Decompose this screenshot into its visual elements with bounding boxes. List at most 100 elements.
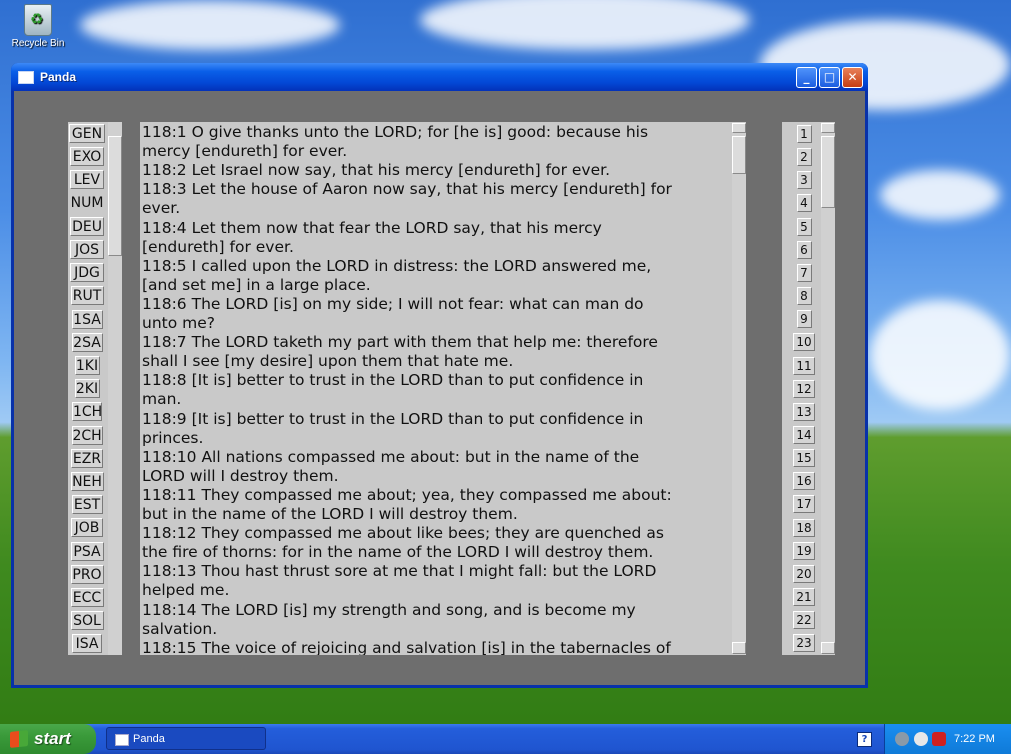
chapter-button[interactable]: 22 — [793, 611, 815, 630]
chapter-button[interactable]: 23 — [793, 634, 815, 653]
chapter-button[interactable]: 11 — [793, 356, 815, 375]
verse-line: 118:7 The LORD taketh my part with them … — [142, 333, 658, 352]
book-button[interactable]: EXO — [70, 147, 104, 167]
title-bar[interactable]: Panda _ □ ✕ — [11, 63, 868, 91]
book-button[interactable]: 2SA — [71, 332, 103, 352]
chapter-list: 1 2 3 4 5 6 7 8 9 10 11 12 13 14 15 16 17 18 19 20 21 22 23 — [782, 122, 821, 655]
chapter-button[interactable]: 4 — [796, 194, 812, 213]
verse-scroll-arrow-down[interactable] — [732, 642, 746, 654]
speaker-icon[interactable] — [914, 732, 928, 746]
verse-line: helped me. — [142, 581, 230, 600]
verse-scroll-thumb[interactable] — [732, 136, 746, 174]
maximize-button[interactable]: □ — [819, 66, 840, 88]
chapter-scroll-arrow-down[interactable] — [821, 642, 835, 654]
book-button[interactable]: NUM — [69, 194, 105, 213]
chapter-button[interactable]: 7 — [796, 263, 812, 282]
window-icon — [115, 734, 129, 746]
chapter-list-scrollbar[interactable] — [821, 122, 835, 655]
book-button[interactable]: JOS — [70, 240, 104, 259]
start-label: start — [34, 729, 71, 748]
book-button[interactable]: PRO — [70, 564, 104, 584]
chapter-scroll-thumb[interactable] — [821, 136, 835, 208]
taskbar: start Panda ? 7:22 PM — [0, 724, 1011, 754]
book-list-scrollbar[interactable] — [108, 122, 122, 655]
minimize-button[interactable]: _ — [796, 66, 817, 88]
book-button[interactable]: DEU — [70, 216, 104, 236]
book-button[interactable]: SOL — [70, 611, 104, 631]
cloud — [420, 0, 750, 50]
chapter-button[interactable]: 8 — [796, 287, 812, 306]
chapter-button[interactable]: 12 — [793, 379, 815, 398]
verse-line: the fire of thorns: for in the name of t… — [142, 543, 654, 562]
verse-line: man. — [142, 390, 182, 409]
verse-line: 118:3 Let the house of Aaron now say, th… — [142, 180, 672, 199]
windows-logo-icon — [10, 730, 28, 748]
chapter-button[interactable]: 20 — [793, 564, 815, 583]
verse-line: [endureth] for ever. — [142, 237, 294, 256]
chapter-scroll-arrow[interactable] — [821, 123, 835, 133]
chapter-button[interactable]: 21 — [793, 588, 815, 606]
close-icon: ✕ — [847, 70, 858, 84]
taskbar-item-panda[interactable]: Panda — [106, 727, 266, 750]
book-button[interactable]: 2KI — [74, 379, 100, 399]
verse-scroll-arrow[interactable] — [732, 123, 746, 133]
book-button[interactable]: EST — [71, 495, 103, 515]
panda-window: Panda _ □ ✕ GEN EXO LEV NUM DEU JOS JDG RUT 1SA 2… — [11, 63, 868, 688]
verse-line: ever. — [142, 199, 181, 218]
book-button[interactable]: JDG — [70, 263, 104, 283]
maximize-icon: □ — [823, 70, 836, 84]
book-button[interactable]: EZR — [71, 448, 103, 468]
verse-line: 118:11 They compassed me about; yea, the… — [142, 485, 672, 504]
verse-line: 118:10 All nations compassed me about: b… — [142, 447, 640, 466]
chapter-button[interactable]: 13 — [793, 402, 815, 421]
start-button[interactable]: start — [0, 724, 96, 754]
chapter-button[interactable]: 16 — [793, 472, 815, 491]
chapter-button[interactable]: 9 — [796, 310, 812, 329]
clock: 7:22 PM — [954, 733, 995, 745]
network-icon[interactable] — [895, 732, 909, 746]
verse-text-pane[interactable]: 118:1 O give thanks unto the LORD; for [… — [140, 122, 732, 655]
chapter-button[interactable]: 17 — [793, 495, 815, 514]
book-button[interactable]: ECC — [70, 588, 104, 607]
book-button[interactable]: ISA — [72, 634, 102, 654]
book-button[interactable]: PSA — [70, 541, 104, 561]
book-button[interactable]: 1KI — [74, 356, 100, 375]
chapter-button[interactable]: 19 — [793, 541, 815, 560]
book-button[interactable]: GEN — [69, 124, 105, 143]
chapter-button[interactable]: 5 — [796, 217, 812, 236]
cloud — [80, 0, 340, 50]
minimize-icon: _ — [803, 70, 810, 84]
chapter-button[interactable]: 6 — [796, 240, 812, 259]
chapter-button[interactable]: 2 — [796, 148, 812, 167]
security-shield-icon[interactable] — [932, 732, 946, 746]
chapter-button[interactable]: 3 — [796, 171, 812, 190]
verse-line: 118:15 The voice of rejoicing and salvat… — [142, 638, 671, 655]
book-button[interactable]: LEV — [70, 170, 104, 190]
verse-line: 118:14 The LORD [is] my strength and son… — [142, 600, 636, 619]
recycle-bin[interactable]: Recycle Bin — [8, 4, 68, 49]
book-button[interactable]: 1CH — [72, 402, 102, 422]
book-button[interactable]: 1SA — [71, 309, 103, 329]
book-button[interactable]: RUT — [70, 286, 104, 306]
book-button[interactable]: NEH — [70, 472, 104, 491]
recycle-bin-label: Recycle Bin — [11, 38, 65, 49]
desktop: { "desktop": { "icons": [{"label": "Recy… — [0, 0, 1011, 754]
close-button[interactable]: ✕ — [842, 66, 863, 88]
verse-line: shall I see [my desire] upon them that h… — [142, 352, 514, 371]
help-icon[interactable]: ? — [857, 732, 872, 747]
book-button[interactable]: JOB — [71, 518, 103, 538]
window-title: Panda — [40, 70, 77, 84]
chapter-button[interactable]: 14 — [793, 425, 815, 444]
chapter-button[interactable]: 15 — [793, 449, 815, 468]
chapter-button[interactable]: 18 — [793, 518, 815, 537]
verse-line: 118:9 [It is] better to trust in the LOR… — [142, 409, 644, 428]
book-list-scroll-thumb[interactable] — [108, 136, 122, 256]
verse-line: salvation. — [142, 619, 218, 638]
chapter-button[interactable]: 10 — [793, 333, 815, 352]
verse-line: unto me? — [142, 314, 215, 332]
chapter-button[interactable]: 1 — [796, 125, 812, 143]
book-button[interactable]: 2CH — [71, 425, 103, 445]
verse-scrollbar[interactable] — [732, 122, 746, 655]
verse-line: 118:4 Let them now that fear the LORD sa… — [142, 218, 602, 237]
verse-line: but in the name of the LORD I will destr… — [142, 505, 518, 523]
